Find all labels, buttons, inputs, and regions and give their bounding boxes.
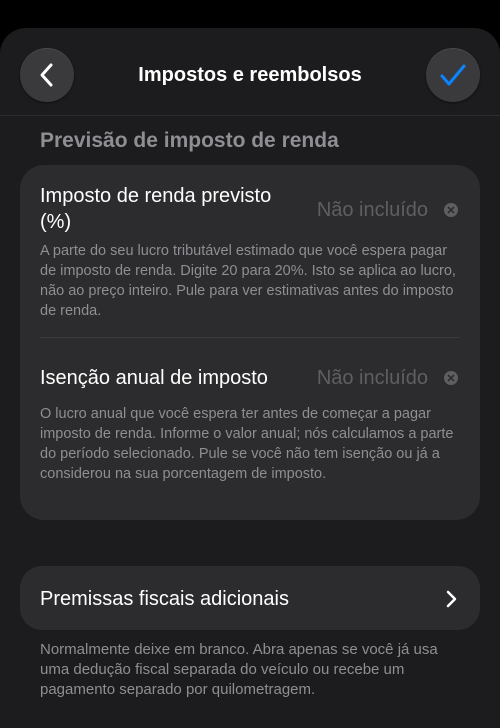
tax-exemption-help: O lucro anual que você espera ter antes … [40,406,454,482]
card-divider [40,337,460,338]
tax-exemption-label: Isenção anual de imposto [40,367,268,389]
tax-rate-label: Imposto de renda previsto (%) [40,185,272,233]
clear-icon[interactable] [444,371,458,385]
clear-icon[interactable] [444,203,458,217]
tax-rate-help: A parte do seu lucro tributável estimado… [40,243,456,319]
modal-sheet: Impostos e reembolsos Previsão de impost… [0,28,500,728]
page-title: Impostos e reembolsos [138,64,362,86]
tax-exemption-field[interactable]: Não incluído [317,365,428,391]
nav-divider [0,115,500,116]
income-tax-card: Imposto de renda previsto (%) Não incluí… [20,165,480,520]
done-button[interactable] [426,48,480,102]
checkmark-icon [440,64,466,86]
chevron-left-icon [40,63,53,87]
tax-rate-field[interactable]: Não incluído [317,197,428,223]
footer-help-text: Normalmente deixe em branco. Abra apenas… [40,641,438,698]
section-header: Previsão de imposto de renda [40,129,339,152]
additional-tax-assumptions-row[interactable]: Premissas fiscais adicionais [20,566,480,630]
chevron-right-icon [446,590,457,608]
disclosure-label: Premissas fiscais adicionais [40,588,289,610]
back-button[interactable] [20,48,74,102]
navigation-bar: Impostos e reembolsos [0,28,500,116]
